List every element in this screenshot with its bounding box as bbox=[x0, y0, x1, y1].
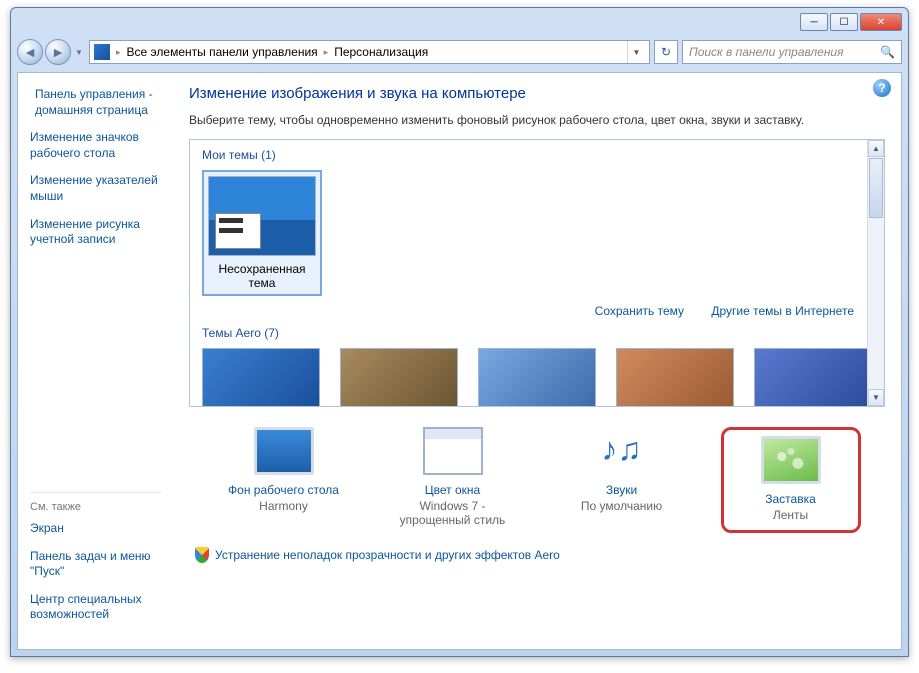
aero-themes-label: Темы Aero (7) bbox=[202, 326, 872, 340]
search-input[interactable]: Поиск в панели управления 🔍 bbox=[682, 40, 902, 64]
control-panel-icon bbox=[94, 44, 110, 60]
breadcrumb-item-1[interactable]: Все элементы панели управления bbox=[127, 45, 318, 59]
sidebar-link-desktop-icons[interactable]: Изменение значков рабочего стола bbox=[30, 130, 161, 161]
my-themes-label: Мои темы (1) bbox=[202, 148, 872, 162]
scroll-thumb[interactable] bbox=[869, 158, 883, 218]
sounds-icon bbox=[592, 427, 652, 475]
page-description: Выберите тему, чтобы одновременно измени… bbox=[189, 112, 885, 129]
window-frame: ─ ☐ ✕ ◄ ► ▼ ▸ Все элементы панели управл… bbox=[10, 7, 909, 657]
content-area: Панель управления - домашняя страница Из… bbox=[17, 72, 902, 650]
theme-item-unsaved[interactable]: Несохраненная тема bbox=[202, 170, 322, 296]
address-dropdown[interactable]: ▼ bbox=[627, 41, 645, 63]
titlebar: ─ ☐ ✕ bbox=[11, 8, 908, 36]
theme-preview bbox=[208, 176, 316, 256]
see-also-heading: См. также bbox=[30, 492, 161, 513]
screensaver-value: Ленты bbox=[734, 508, 848, 522]
maximize-button[interactable]: ☐ bbox=[830, 13, 858, 31]
breadcrumb-sep-icon: ▸ bbox=[116, 47, 121, 58]
screensaver-label: Заставка bbox=[734, 492, 848, 506]
back-button[interactable]: ◄ bbox=[17, 39, 43, 65]
sidebar: Панель управления - домашняя страница Из… bbox=[18, 73, 173, 649]
sounds-label: Звуки bbox=[552, 483, 692, 497]
theme-actions: Сохранить тему Другие темы в Интернете bbox=[202, 304, 854, 318]
see-also-display[interactable]: Экран bbox=[30, 521, 161, 537]
see-also-ease-of-access[interactable]: Центр специальных возможностей bbox=[30, 592, 161, 623]
desktop-bg-label: Фон рабочего стола bbox=[214, 483, 354, 497]
screensaver-icon bbox=[761, 436, 821, 484]
screensaver-button[interactable]: Заставка Ленты bbox=[721, 427, 861, 533]
forward-button[interactable]: ► bbox=[45, 39, 71, 65]
scrollbar[interactable]: ▲ ▼ bbox=[867, 140, 884, 406]
breadcrumb-sep-icon: ▸ bbox=[324, 47, 329, 58]
window-color-label: Цвет окна bbox=[383, 483, 523, 497]
scroll-up-button[interactable]: ▲ bbox=[868, 140, 884, 157]
save-theme-link[interactable]: Сохранить тему bbox=[595, 304, 684, 318]
search-placeholder: Поиск в панели управления bbox=[689, 45, 844, 59]
personalization-options: Фон рабочего стола Harmony Цвет окна Win… bbox=[189, 407, 885, 541]
sidebar-link-mouse-pointers[interactable]: Изменение указателей мыши bbox=[30, 173, 161, 204]
aero-themes-row bbox=[202, 348, 872, 407]
sounds-value: По умолчанию bbox=[552, 499, 692, 513]
themes-listbox: Мои темы (1) Несохраненная тема Сохранит… bbox=[189, 139, 885, 407]
aero-theme-item[interactable] bbox=[478, 348, 596, 407]
navbar: ◄ ► ▼ ▸ Все элементы панели управления ▸… bbox=[17, 36, 902, 68]
desktop-bg-value: Harmony bbox=[214, 499, 354, 513]
aero-theme-item[interactable] bbox=[202, 348, 320, 407]
aero-theme-item[interactable] bbox=[754, 348, 872, 407]
nav-arrows: ◄ ► ▼ bbox=[17, 39, 85, 65]
shield-icon bbox=[195, 547, 209, 563]
main-panel: ? Изменение изображения и звука на компь… bbox=[173, 73, 901, 649]
breadcrumb-item-2[interactable]: Персонализация bbox=[334, 45, 428, 59]
aero-theme-item[interactable] bbox=[616, 348, 734, 407]
minimize-button[interactable]: ─ bbox=[800, 13, 828, 31]
online-themes-link[interactable]: Другие темы в Интернете bbox=[711, 304, 854, 318]
sidebar-link-account-picture[interactable]: Изменение рисунка учетной записи bbox=[30, 217, 161, 248]
nav-history-dropdown[interactable]: ▼ bbox=[73, 39, 85, 65]
scroll-down-button[interactable]: ▼ bbox=[868, 389, 884, 406]
control-panel-home-link[interactable]: Панель управления - домашняя страница bbox=[30, 87, 161, 118]
page-title: Изменение изображения и звука на компьют… bbox=[189, 85, 885, 102]
close-button[interactable]: ✕ bbox=[860, 13, 902, 31]
window-color-icon bbox=[423, 427, 483, 475]
desktop-background-button[interactable]: Фон рабочего стола Harmony bbox=[214, 427, 354, 513]
window-color-button[interactable]: Цвет окна Windows 7 - упрощенный стиль bbox=[383, 427, 523, 527]
search-icon[interactable]: 🔍 bbox=[880, 45, 895, 59]
window-color-value: Windows 7 - упрощенный стиль bbox=[383, 499, 523, 527]
help-icon[interactable]: ? bbox=[873, 79, 891, 97]
refresh-button[interactable]: ↻ bbox=[654, 40, 678, 64]
address-bar[interactable]: ▸ Все элементы панели управления ▸ Персо… bbox=[89, 40, 650, 64]
aero-troubleshoot-link[interactable]: Устранение неполадок прозрачности и друг… bbox=[189, 541, 885, 563]
desktop-bg-icon bbox=[254, 427, 314, 475]
aero-troubleshoot-label: Устранение неполадок прозрачности и друг… bbox=[215, 548, 560, 562]
sounds-button[interactable]: Звуки По умолчанию bbox=[552, 427, 692, 513]
see-also-taskbar[interactable]: Панель задач и меню "Пуск" bbox=[30, 549, 161, 580]
aero-theme-item[interactable] bbox=[340, 348, 458, 407]
theme-label: Несохраненная тема bbox=[208, 262, 316, 290]
